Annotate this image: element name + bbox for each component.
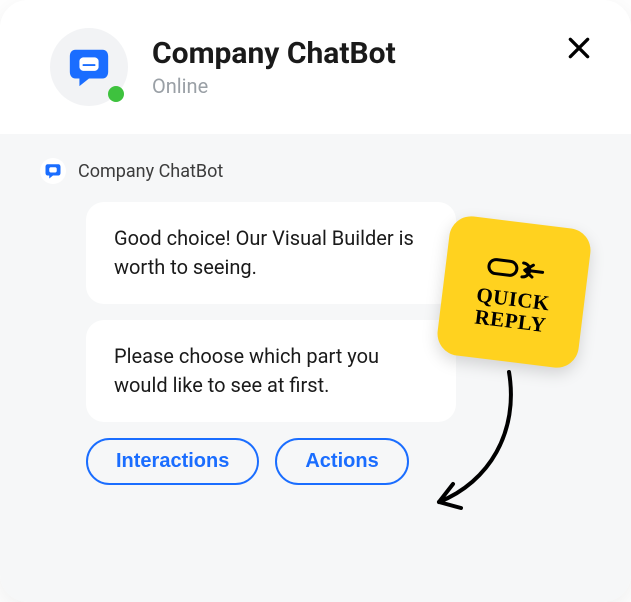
message-bubble: Good choice! Our Visual Builder is worth… xyxy=(86,202,456,304)
header-title-block: Company ChatBot Online xyxy=(152,36,535,98)
sender-row: Company ChatBot xyxy=(40,158,591,184)
quick-reply-row: Interactions Actions xyxy=(86,438,591,485)
message-bubble: Please choose which part you would like … xyxy=(86,320,456,422)
chat-body: Company ChatBot Good choice! Our Visual … xyxy=(0,134,631,602)
chatbot-icon xyxy=(66,44,112,90)
chat-widget: Company ChatBot Online Company ChatBot G… xyxy=(0,0,631,602)
close-button[interactable] xyxy=(559,28,599,68)
chatbot-icon xyxy=(44,162,62,180)
annotation-sticker: QUICK REPLY xyxy=(435,214,593,370)
bot-avatar xyxy=(50,28,128,106)
quick-reply-glyph-icon xyxy=(485,253,548,286)
bot-title: Company ChatBot xyxy=(152,36,535,72)
close-icon xyxy=(566,35,592,61)
sender-avatar xyxy=(40,158,66,184)
quick-reply-actions[interactable]: Actions xyxy=(275,438,408,485)
quick-reply-interactions[interactable]: Interactions xyxy=(86,438,259,485)
sender-name: Company ChatBot xyxy=(78,161,223,182)
status-online-dot xyxy=(108,86,124,102)
annotation-text: QUICK REPLY xyxy=(473,283,552,336)
bot-status: Online xyxy=(152,74,535,98)
chat-header: Company ChatBot Online xyxy=(0,0,631,134)
